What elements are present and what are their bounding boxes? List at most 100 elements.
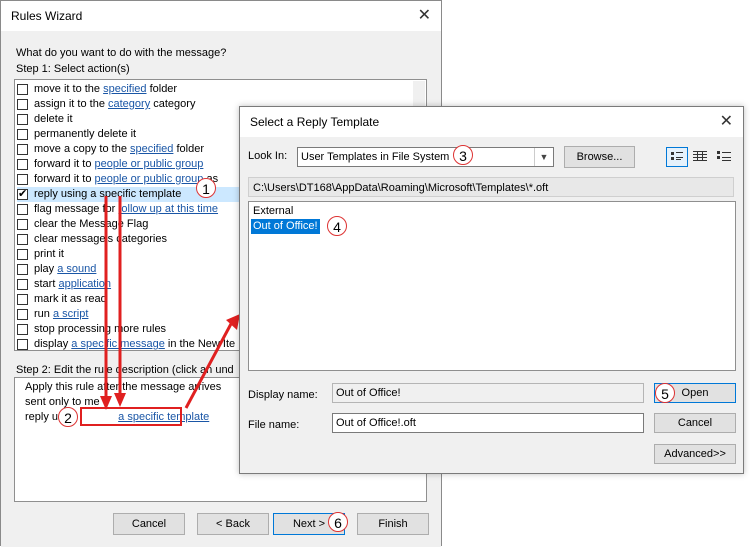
cancel-button[interactable]: Cancel <box>113 513 185 535</box>
callout-1: 1 <box>196 178 216 198</box>
callout-5: 5 <box>655 383 675 403</box>
action-label: assign it to the category category <box>34 97 195 112</box>
action-checkbox[interactable] <box>17 187 28 202</box>
large-icons-view-icon[interactable] <box>666 147 688 167</box>
action-checkbox[interactable] <box>17 279 28 290</box>
rules-wizard-titlebar: Rules Wizard ✕ <box>1 1 441 31</box>
action-checkbox[interactable] <box>17 219 28 230</box>
action-text-suffix: folder <box>146 83 178 95</box>
action-link[interactable]: follow up at this time <box>118 203 218 215</box>
action-checkbox[interactable] <box>17 249 28 260</box>
action-label: print it <box>34 247 64 262</box>
reply-template-titlebar: Select a Reply Template ✕ <box>240 107 743 137</box>
action-link[interactable]: category <box>108 98 150 110</box>
action-label: reply using a specific template <box>34 187 181 202</box>
action-checkbox[interactable] <box>17 324 28 335</box>
action-text: delete it <box>34 113 73 125</box>
action-text-suffix: folder <box>173 143 204 155</box>
action-label: run a script <box>34 307 88 322</box>
action-text: run <box>34 308 53 320</box>
action-row[interactable]: move it to the specified folder <box>17 82 412 97</box>
action-label: flag message for follow up at this time <box>34 202 218 217</box>
action-checkbox[interactable] <box>17 99 28 110</box>
action-text: assign it to the <box>34 98 108 110</box>
action-link[interactable]: specified <box>103 83 146 95</box>
action-text: forward it to <box>34 158 95 170</box>
close-icon[interactable]: ✕ <box>720 111 733 131</box>
action-checkbox[interactable] <box>17 294 28 305</box>
action-label: stop processing more rules <box>34 322 166 337</box>
close-icon[interactable]: ✕ <box>418 5 431 25</box>
look-in-dropdown[interactable]: User Templates in File System ▼ <box>297 147 554 167</box>
action-checkbox[interactable] <box>17 264 28 275</box>
action-text-suffix: category <box>150 98 196 110</box>
action-text: move it to the <box>34 83 104 95</box>
action-text: permanently delete it <box>34 128 137 140</box>
action-text: play <box>34 263 58 275</box>
template-file-list[interactable]: External Out of Office! <box>248 201 736 371</box>
template-path: C:\Users\DT168\AppData\Roaming\Microsoft… <box>248 177 734 197</box>
action-text: mark it as read <box>34 293 107 305</box>
step1-label: Step 1: Select action(s) <box>16 63 130 75</box>
action-checkbox[interactable] <box>17 129 28 140</box>
finish-button[interactable]: Finish <box>357 513 429 535</box>
back-button[interactable]: < Back <box>197 513 269 535</box>
action-text: print it <box>34 248 64 260</box>
template-file-item[interactable]: Out of Office! <box>251 219 320 234</box>
list-view-icon[interactable] <box>690 147 712 167</box>
callout-4: 4 <box>327 216 347 236</box>
action-label: move it to the specified folder <box>34 82 177 97</box>
template-file-item[interactable]: External <box>251 204 295 219</box>
action-text: move a copy to the <box>34 143 130 155</box>
action-text: display <box>34 338 72 350</box>
callout-6: 6 <box>328 512 348 532</box>
file-name-label: File name: <box>248 419 300 431</box>
action-link[interactable]: application <box>58 278 111 290</box>
browse-button[interactable]: Browse... <box>564 146 635 168</box>
rules-wizard-title: Rules Wizard <box>11 9 83 23</box>
action-text: start <box>34 278 59 290</box>
action-text: stop processing more rules <box>34 323 167 335</box>
action-label: display a specific message in the New It… <box>34 337 235 350</box>
action-label: mark it as read <box>34 292 107 307</box>
cancel-button[interactable]: Cancel <box>654 413 736 433</box>
action-checkbox[interactable] <box>17 234 28 245</box>
action-checkbox[interactable] <box>17 204 28 215</box>
action-checkbox[interactable] <box>17 84 28 95</box>
action-text: flag message for <box>34 203 119 215</box>
action-checkbox[interactable] <box>17 309 28 320</box>
callout-2: 2 <box>58 407 78 427</box>
description-line-3-prefix: reply u <box>25 411 59 423</box>
action-label: clear the Message Flag <box>34 217 148 232</box>
template-link-highlight <box>80 407 182 426</box>
action-checkbox[interactable] <box>17 114 28 125</box>
advanced-button[interactable]: Advanced>> <box>654 444 736 464</box>
description-line-1: Apply this rule after the message arrive… <box>25 381 222 393</box>
file-name-input[interactable]: Out of Office!.oft <box>332 413 644 433</box>
action-text: clear message's categories <box>34 233 167 245</box>
action-link[interactable]: a sound <box>57 263 96 275</box>
action-label: clear message's categories <box>34 232 167 247</box>
question-label: What do you want to do with the message? <box>16 47 227 59</box>
action-link[interactable]: people or public group <box>95 158 204 170</box>
look-in-label: Look In: <box>248 150 288 162</box>
action-label: delete it <box>34 112 73 127</box>
action-link[interactable]: a specific message <box>71 338 165 350</box>
action-label: start application <box>34 277 111 292</box>
action-checkbox[interactable] <box>17 174 28 185</box>
action-label: permanently delete it <box>34 127 136 142</box>
action-label: move a copy to the specified folder <box>34 142 204 157</box>
chevron-down-icon[interactable]: ▼ <box>534 148 553 166</box>
action-checkbox[interactable] <box>17 159 28 170</box>
action-link[interactable]: people or public group <box>95 173 204 185</box>
look-in-value: User Templates in File System <box>301 151 450 163</box>
display-name-field: Out of Office! <box>332 383 644 403</box>
action-link[interactable]: specified <box>130 143 173 155</box>
action-link[interactable]: a script <box>53 308 88 320</box>
action-checkbox[interactable] <box>17 144 28 155</box>
action-label: forward it to people or public group as <box>34 172 218 187</box>
details-view-icon[interactable] <box>714 147 736 167</box>
action-checkbox[interactable] <box>17 339 28 350</box>
action-label: forward it to people or public group <box>34 157 203 172</box>
action-text: clear the Message Flag <box>34 218 149 230</box>
